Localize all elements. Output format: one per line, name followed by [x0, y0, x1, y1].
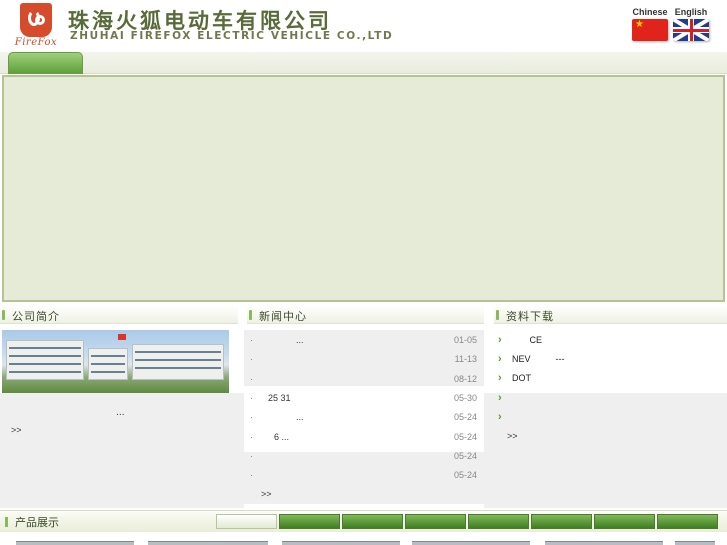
uk-flag-icon — [673, 19, 709, 41]
products-section-title: 产品展示 — [15, 516, 59, 529]
nav-tab-home[interactable] — [8, 52, 83, 74]
section-bullet-icon — [2, 310, 5, 320]
news-date: 05-24 — [453, 451, 477, 461]
news-section-header: 新闻中心 — [247, 306, 484, 324]
news-item[interactable]: · ... 05-24 — [244, 408, 484, 427]
news-item[interactable]: · 08-12 — [244, 370, 484, 389]
about-section-header: 公司简介 — [0, 306, 238, 324]
news-date: 05-30 — [453, 393, 477, 403]
news-bullet: · — [250, 374, 253, 384]
chevron-right-icon: › — [498, 372, 502, 384]
product-thumbnail[interactable] — [282, 541, 400, 545]
news-bullet: · — [250, 432, 253, 442]
chevron-right-icon: › — [498, 353, 502, 365]
news-bullet: · — [250, 335, 253, 345]
section-bullet-icon — [5, 517, 8, 527]
section-bullet-icon — [496, 310, 499, 320]
downloads-more-link[interactable]: >> — [507, 431, 518, 441]
news-date: 05-24 — [453, 432, 477, 442]
news-bullet: · — [250, 354, 253, 364]
news-title[interactable]: 25 31 — [268, 393, 291, 403]
lang-english-link[interactable]: English — [671, 7, 711, 41]
news-bullet: · — [250, 470, 253, 480]
download-item[interactable]: › DOT — [496, 370, 726, 389]
news-title[interactable]: ... — [296, 335, 304, 345]
chevron-right-icon: › — [498, 392, 502, 404]
news-item[interactable]: · 6 ... 05-24 — [244, 428, 484, 447]
lang-english-label: English — [674, 7, 708, 17]
product-tab[interactable] — [279, 514, 340, 529]
news-date: 11-13 — [454, 354, 477, 364]
lang-chinese-link[interactable]: Chinese — [630, 7, 670, 41]
news-section-title: 新闻中心 — [259, 310, 307, 323]
main-nav — [0, 52, 727, 74]
company-building-photo — [2, 330, 229, 393]
lang-chinese-label: Chinese — [632, 7, 668, 17]
product-tab[interactable] — [342, 514, 403, 529]
download-title[interactable]: DOT — [512, 373, 531, 383]
banner-area — [2, 75, 725, 302]
news-title[interactable]: ... — [296, 412, 304, 422]
news-title[interactable]: 6 ... — [274, 432, 289, 442]
download-item[interactable]: › — [496, 409, 726, 428]
product-tab[interactable] — [468, 514, 529, 529]
download-item[interactable]: › CE — [496, 332, 726, 351]
site-header: FireFox 珠海火狐电动车有限公司 ZHUHAI FIREFOX ELECT… — [0, 0, 727, 52]
news-item[interactable]: · 25 31 05-30 — [244, 389, 484, 408]
product-tab[interactable] — [531, 514, 592, 529]
news-item[interactable]: · 05-24 — [244, 447, 484, 466]
news-bullet: · — [250, 451, 253, 461]
product-thumbnail[interactable] — [675, 541, 715, 545]
news-more-link[interactable]: >> — [261, 489, 272, 499]
download-title[interactable]: NEV --- — [512, 354, 565, 364]
logo-script: FireFox — [14, 37, 58, 48]
product-thumbnail[interactable] — [16, 541, 134, 545]
product-tab[interactable] — [657, 514, 718, 529]
china-flag-icon — [632, 19, 668, 41]
chevron-right-icon: › — [498, 334, 502, 346]
news-date: 01-05 — [453, 335, 477, 345]
product-thumbnail[interactable] — [412, 541, 530, 545]
news-item[interactable]: · ... 01-05 — [244, 331, 484, 350]
about-more-link[interactable]: >> — [11, 425, 22, 435]
news-date: 08-12 — [453, 374, 477, 384]
news-date: 05-24 — [453, 470, 477, 480]
news-bullet: · — [250, 412, 253, 422]
logo-mark-icon — [20, 3, 52, 37]
news-bullet: · — [250, 393, 253, 403]
chevron-right-icon: › — [498, 411, 502, 423]
about-section-title: 公司简介 — [12, 310, 60, 323]
download-item[interactable]: › NEV --- — [496, 351, 726, 370]
news-item[interactable]: · 11-13 — [244, 350, 484, 369]
news-date: 05-24 — [453, 412, 477, 422]
news-item[interactable]: · 05-24 — [244, 466, 484, 485]
section-bullet-icon — [249, 310, 252, 320]
product-thumbnail[interactable] — [545, 541, 663, 545]
download-item[interactable]: › — [496, 390, 726, 409]
company-name-en: ZHUHAI FIREFOX ELECTRIC VEHICLE CO.,LTD — [70, 30, 394, 42]
product-tab[interactable] — [594, 514, 655, 529]
downloads-section-title: 资料下载 — [506, 310, 554, 323]
page: FireFox 珠海火狐电动车有限公司 ZHUHAI FIREFOX ELECT… — [0, 0, 727, 545]
downloads-section-header: 资料下载 — [494, 306, 727, 324]
product-tab[interactable] — [405, 514, 466, 529]
download-title[interactable]: CE — [512, 335, 543, 345]
about-summary: ... — [116, 408, 125, 418]
product-thumbnail[interactable] — [148, 541, 268, 545]
product-tab[interactable] — [216, 514, 277, 529]
company-logo[interactable]: FireFox — [10, 3, 62, 49]
